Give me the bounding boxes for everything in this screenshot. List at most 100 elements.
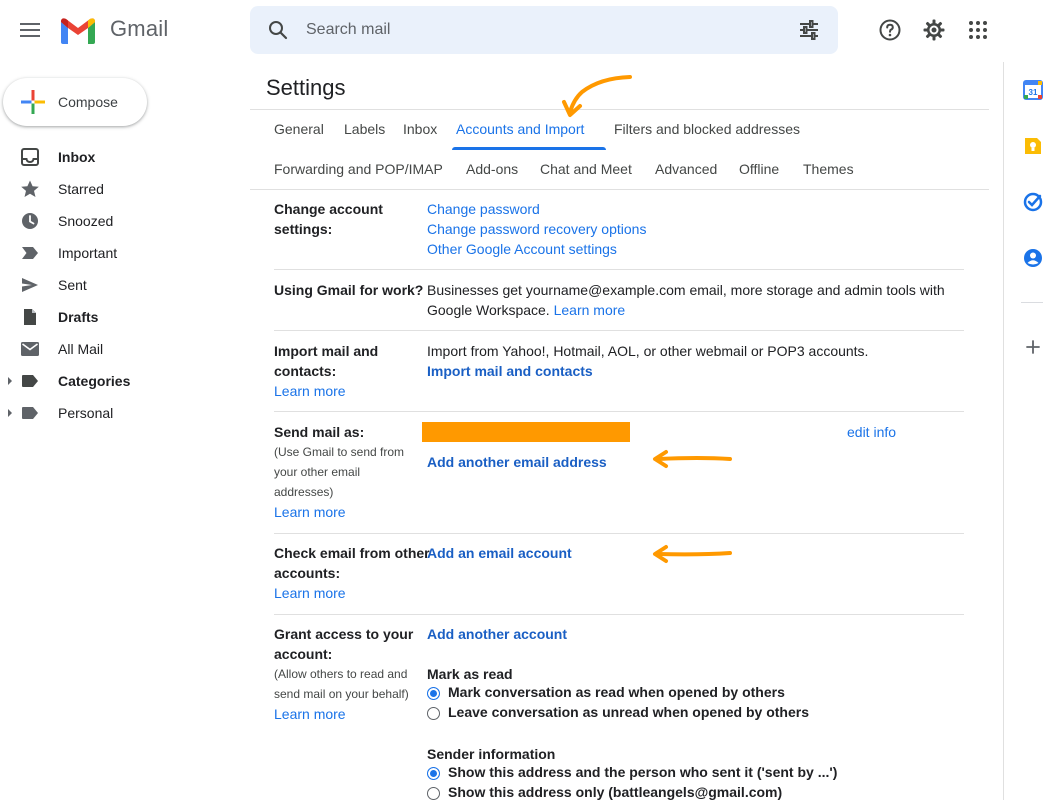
divider: [274, 269, 964, 270]
expand-caret-icon[interactable]: [6, 409, 14, 417]
star-icon: [20, 179, 40, 199]
tab-labels[interactable]: Labels: [344, 121, 385, 137]
tab-offline[interactable]: Offline: [739, 161, 779, 177]
divider: [274, 411, 964, 412]
add-another-email-link[interactable]: Add another email address: [427, 452, 607, 472]
workspace-learn-more-link[interactable]: Learn more: [554, 302, 626, 318]
tab-filters[interactable]: Filters and blocked addresses: [614, 121, 800, 137]
sidebar-item-drafts[interactable]: Drafts: [0, 301, 250, 333]
change-account-label: Change account settings:: [274, 201, 383, 237]
add-icon[interactable]: [1023, 337, 1043, 357]
compose-button[interactable]: Compose: [3, 78, 147, 126]
calendar-icon[interactable]: 31: [1023, 80, 1043, 100]
inbox-icon: [20, 147, 40, 167]
radio-button-selected[interactable]: [427, 767, 440, 780]
divider: [250, 189, 989, 190]
expand-caret-icon[interactable]: [6, 377, 14, 385]
main-menu-icon[interactable]: [16, 16, 44, 44]
sidebar-item-sent[interactable]: Sent: [0, 269, 250, 301]
sidebar-item-snoozed[interactable]: Snoozed: [0, 205, 250, 237]
sidebar-item-categories[interactable]: Categories: [0, 365, 250, 397]
radio-button[interactable]: [427, 707, 440, 720]
gmail-for-work-text: Businesses get yourname@example.com emai…: [427, 282, 945, 298]
tab-advanced[interactable]: Advanced: [655, 161, 717, 177]
sidebar-item-inbox[interactable]: Inbox: [0, 141, 250, 173]
settings-gear-icon[interactable]: [922, 18, 946, 42]
tab-accounts-and-import[interactable]: Accounts and Import: [456, 121, 584, 137]
annotation-arrow-icon: [562, 75, 632, 117]
grant-access-learn-more-link[interactable]: Learn more: [274, 704, 346, 724]
show-address-and-sender-option[interactable]: Show this address and the person who sen…: [427, 764, 837, 784]
radio-label: Show this address and the person who sen…: [448, 764, 838, 780]
gmail-for-work-label: Using Gmail for work?: [274, 282, 424, 298]
radio-label: Show this address only (battleangels@gma…: [448, 784, 783, 800]
import-mail-text: Import from Yahoo!, Hotmail, AOL, or oth…: [427, 343, 869, 359]
search-options-icon[interactable]: [797, 18, 821, 42]
sidebar-item-label: Categories: [58, 373, 131, 389]
app-name: Gmail: [110, 16, 169, 41]
google-account-settings-link[interactable]: Other Google Account settings: [427, 239, 617, 259]
sidebar-item-label: Sent: [58, 277, 87, 293]
radio-button[interactable]: [427, 787, 440, 800]
import-mail-and-contacts-link[interactable]: Import mail and contacts: [427, 361, 593, 381]
sidebar-item-label: All Mail: [58, 341, 104, 357]
sidebar-item-label: Drafts: [58, 309, 99, 325]
tab-add-ons[interactable]: Add-ons: [466, 161, 518, 177]
send-icon: [20, 275, 40, 295]
change-password-link[interactable]: Change password: [427, 199, 540, 219]
tasks-icon[interactable]: [1023, 192, 1043, 212]
radio-button-selected[interactable]: [427, 687, 440, 700]
sidebar-item-important[interactable]: Important: [0, 237, 250, 269]
draft-icon: [20, 307, 40, 327]
tab-inbox[interactable]: Inbox: [403, 121, 437, 137]
leave-unread-option[interactable]: Leave conversation as unread when opened…: [427, 704, 809, 724]
sidebar-item-personal[interactable]: Personal: [0, 397, 250, 429]
rail-separator: [1021, 302, 1043, 303]
label-icon: [20, 403, 40, 423]
radio-label: Leave conversation as unread when opened…: [448, 704, 809, 720]
right-rail-divider: [1003, 62, 1004, 800]
sidebar-item-starred[interactable]: Starred: [0, 173, 250, 205]
search-icon[interactable]: [266, 18, 290, 42]
divider: [274, 533, 964, 534]
search-input[interactable]: [306, 14, 786, 46]
add-email-account-link[interactable]: Add an email account: [427, 543, 572, 563]
tab-general[interactable]: General: [274, 121, 324, 137]
redacted-email-address: [422, 422, 630, 442]
gmail-logo-icon[interactable]: [58, 14, 98, 46]
sidebar-item-label: Inbox: [58, 149, 96, 165]
page-title: Settings: [266, 75, 346, 100]
gmail-for-work-text-2: Google Workspace. Learn more: [427, 302, 626, 318]
keep-icon[interactable]: [1023, 136, 1043, 156]
check-email-learn-more-link[interactable]: Learn more: [274, 583, 346, 603]
contacts-icon[interactable]: [1023, 248, 1043, 268]
annotation-arrow-icon: [653, 545, 732, 563]
help-icon[interactable]: [878, 18, 902, 42]
compose-plus-icon: [21, 90, 45, 114]
tab-forwarding[interactable]: Forwarding and POP/IMAP: [274, 161, 443, 177]
divider: [274, 330, 964, 331]
sidebar-item-label: Important: [58, 245, 118, 261]
apps-grid-icon[interactable]: [966, 18, 990, 42]
edit-info-link[interactable]: edit info: [847, 422, 896, 442]
mark-read-option[interactable]: Mark conversation as read when opened by…: [427, 684, 807, 704]
send-mail-as-description: (Use Gmail to send from your other email…: [274, 445, 405, 499]
compose-label: Compose: [58, 94, 118, 110]
radio-label: Mark conversation as read when opened by…: [448, 684, 785, 700]
divider: [274, 614, 964, 615]
show-address-only-option[interactable]: Show this address only (battleangels@gma…: [427, 784, 807, 800]
import-learn-more-link[interactable]: Learn more: [274, 381, 346, 401]
tab-themes[interactable]: Themes: [803, 161, 854, 177]
active-tab-indicator: [452, 147, 606, 150]
important-icon: [20, 243, 40, 263]
send-mail-learn-more-link[interactable]: Learn more: [274, 502, 346, 522]
sidebar-item-all-mail[interactable]: All Mail: [0, 333, 250, 365]
mail-icon: [20, 339, 40, 359]
add-another-account-link[interactable]: Add another account: [427, 624, 567, 644]
send-mail-as-label: Send mail as:: [274, 424, 365, 440]
change-recovery-options-link[interactable]: Change password recovery options: [427, 219, 646, 239]
tab-chat-and-meet[interactable]: Chat and Meet: [540, 161, 632, 177]
annotation-arrow-icon: [653, 450, 732, 468]
mark-as-read-heading: Mark as read: [427, 666, 513, 682]
sidebar-item-label: Starred: [58, 181, 104, 197]
